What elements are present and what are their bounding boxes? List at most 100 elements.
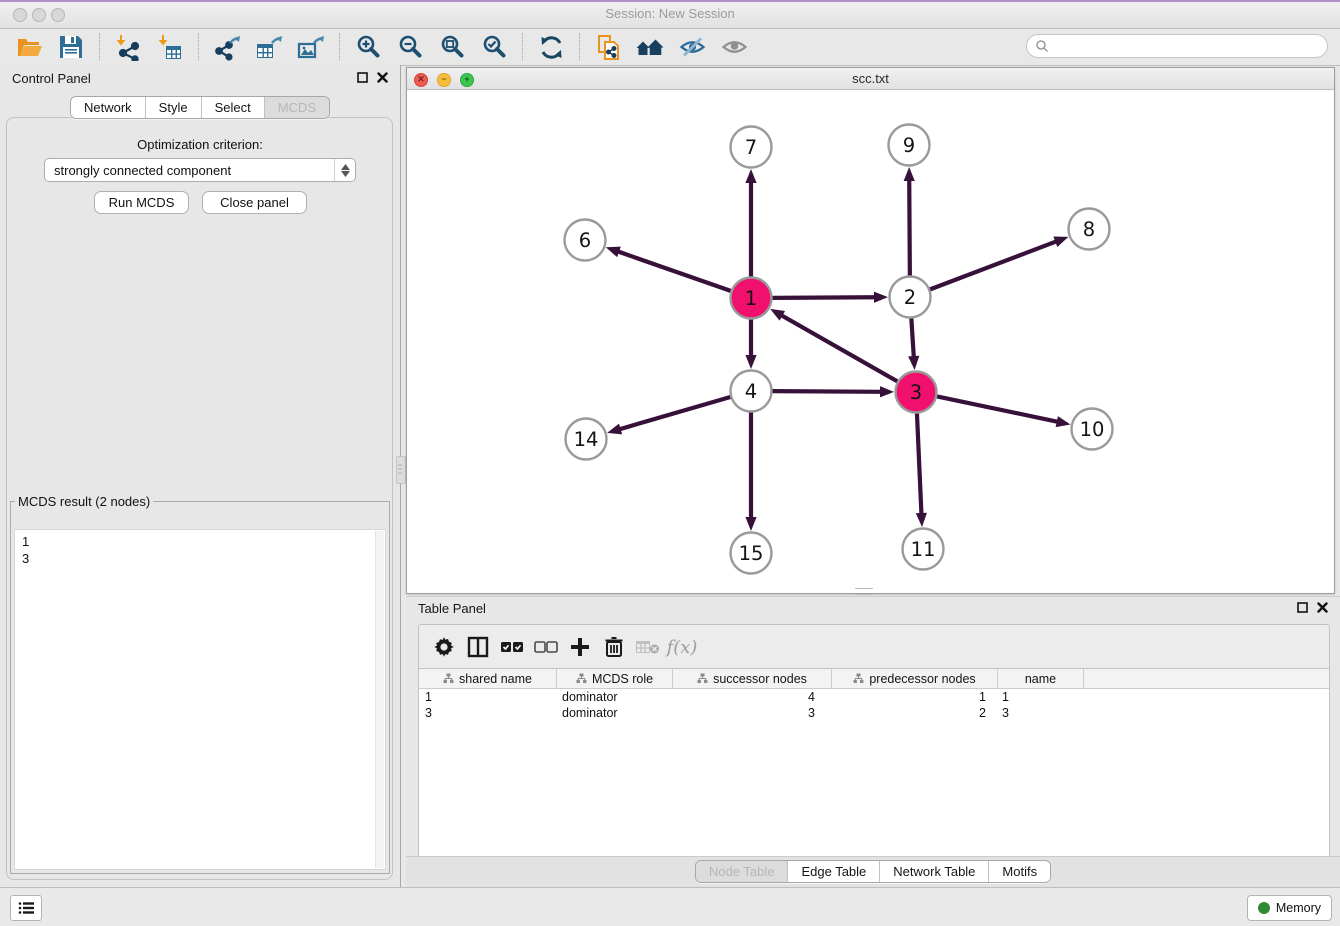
criterion-dropdown[interactable]: strongly connected component (44, 158, 356, 182)
edge-3-10[interactable] (937, 396, 1058, 421)
clone-network-icon[interactable] (592, 32, 624, 62)
graph-node-15[interactable]: 15 (731, 533, 772, 574)
zoom-out-icon[interactable] (394, 32, 426, 62)
table-cell[interactable]: 2 (829, 706, 994, 720)
result-scrollbar[interactable] (375, 531, 384, 868)
edge-2-3[interactable] (911, 318, 913, 357)
open-file-icon[interactable] (13, 32, 45, 62)
graph-node-1[interactable]: 1 (731, 278, 772, 319)
edge-arrowhead (607, 424, 622, 435)
table-settings-icon[interactable] (427, 630, 461, 664)
table-tab-motifs[interactable]: Motifs (988, 861, 1050, 882)
close-table-panel-icon[interactable] (1317, 602, 1328, 613)
network-window-resize-handle[interactable] (855, 588, 873, 595)
float-table-panel-icon[interactable] (1297, 602, 1308, 613)
edge-2-9[interactable] (909, 180, 910, 276)
edge-arrowhead (908, 356, 919, 370)
hide-selected-icon[interactable] (676, 32, 708, 62)
search-field[interactable] (1026, 34, 1328, 58)
show-hidden-icon[interactable] (718, 32, 750, 62)
edge-4-14[interactable] (620, 397, 731, 429)
graph-node-3[interactable]: 3 (896, 372, 937, 413)
export-network-icon[interactable] (211, 32, 243, 62)
node-table[interactable]: shared nameMCDS rolesuccessor nodesprede… (418, 668, 1330, 857)
select-all-icon[interactable] (495, 630, 529, 664)
tab-mcds[interactable]: MCDS (264, 97, 329, 118)
close-panel-icon[interactable] (377, 72, 388, 83)
import-network-icon[interactable] (112, 32, 144, 62)
table-cell[interactable]: dominator (556, 706, 671, 720)
graph-node-6[interactable]: 6 (565, 220, 606, 261)
create-column-icon[interactable] (563, 630, 597, 664)
column-header-MCDS-role[interactable]: MCDS role (557, 669, 673, 688)
network-window-titlebar[interactable]: ✕ − + scc.txt (407, 68, 1334, 90)
edge-2-8[interactable] (930, 241, 1056, 289)
table-cell[interactable]: 3 (671, 706, 829, 720)
table-row[interactable]: 1dominator411 (419, 689, 1329, 705)
mcds-result-text: 1 3 (22, 533, 373, 866)
mcds-result-group: MCDS result (2 nodes) 1 3 (10, 494, 390, 874)
close-panel-button[interactable]: Close panel (202, 191, 307, 214)
column-header-successor-nodes[interactable]: successor nodes (673, 669, 832, 688)
graph-node-10[interactable]: 10 (1072, 409, 1113, 450)
graph-node-9[interactable]: 9 (889, 125, 930, 166)
node-label: 11 (911, 538, 936, 561)
network-view-window: ✕ − + scc.txt 1 2 3 4 6 7 8 9 10 11 14 15 (406, 67, 1335, 594)
import-table-icon[interactable] (154, 32, 186, 62)
table-cell[interactable]: 3 (994, 706, 1079, 720)
table-tab-edge-table[interactable]: Edge Table (787, 861, 879, 882)
panel-splitter-handle[interactable] (396, 456, 406, 484)
task-history-button[interactable] (10, 895, 42, 921)
column-header-shared-name[interactable]: shared name (419, 669, 557, 688)
network-canvas[interactable]: 1 2 3 4 6 7 8 9 10 11 14 15 (407, 89, 1334, 593)
edge-1-6[interactable] (618, 252, 731, 291)
column-type-icon (697, 673, 708, 684)
window-title: Session: New Session (0, 6, 1340, 21)
function-builder-icon[interactable]: f(x) (665, 630, 699, 664)
control-panel-tabs: NetworkStyleSelectMCDS (0, 96, 400, 119)
graph-node-11[interactable]: 11 (903, 529, 944, 570)
delete-columns-icon[interactable] (597, 630, 631, 664)
table-cell[interactable]: 1 (994, 690, 1079, 704)
export-image-icon[interactable] (295, 32, 327, 62)
export-table-icon[interactable] (253, 32, 285, 62)
graph-node-2[interactable]: 2 (890, 277, 931, 318)
zoom-selected-icon[interactable] (478, 32, 510, 62)
graph-node-8[interactable]: 8 (1069, 209, 1110, 250)
fit-content-icon[interactable] (436, 32, 468, 62)
table-header-row: shared nameMCDS rolesuccessor nodesprede… (419, 669, 1329, 689)
float-panel-icon[interactable] (357, 72, 368, 83)
memory-button[interactable]: Memory (1247, 895, 1332, 921)
column-header-predecessor-nodes[interactable]: predecessor nodes (832, 669, 998, 688)
table-cell[interactable]: 4 (671, 690, 829, 704)
save-session-icon[interactable] (55, 32, 87, 62)
edge-1-2[interactable] (772, 297, 875, 298)
tab-network[interactable]: Network (71, 97, 145, 118)
table-cell[interactable]: 1 (419, 690, 556, 704)
graph-node-4[interactable]: 4 (731, 371, 772, 412)
run-mcds-button[interactable]: Run MCDS (94, 191, 189, 214)
panel-layout-icon[interactable] (461, 630, 495, 664)
mcds-result-area[interactable]: 1 3 (14, 529, 386, 870)
houses-icon[interactable] (634, 32, 666, 62)
tab-style[interactable]: Style (145, 97, 201, 118)
table-tab-network-table[interactable]: Network Table (879, 861, 988, 882)
table-tab-node-table[interactable]: Node Table (696, 861, 788, 882)
table-cell[interactable]: 1 (829, 690, 994, 704)
zoom-in-icon[interactable] (352, 32, 384, 62)
table-cell[interactable]: dominator (556, 690, 671, 704)
edge-3-11[interactable] (917, 413, 921, 514)
edge-4-3[interactable] (772, 391, 881, 392)
graph-node-7[interactable]: 7 (731, 127, 772, 168)
tab-select[interactable]: Select (201, 97, 264, 118)
table-row[interactable]: 3dominator323 (419, 705, 1329, 721)
table-cell[interactable]: 3 (419, 706, 556, 720)
deselect-all-icon[interactable] (529, 630, 563, 664)
column-header-name[interactable]: name (998, 669, 1084, 688)
graph-node-14[interactable]: 14 (566, 419, 607, 460)
search-input[interactable] (1049, 38, 1303, 54)
list-icon (18, 901, 34, 915)
delete-table-icon[interactable] (631, 630, 665, 664)
edge-3-1[interactable] (781, 315, 897, 381)
refresh-view-icon[interactable] (535, 32, 567, 62)
